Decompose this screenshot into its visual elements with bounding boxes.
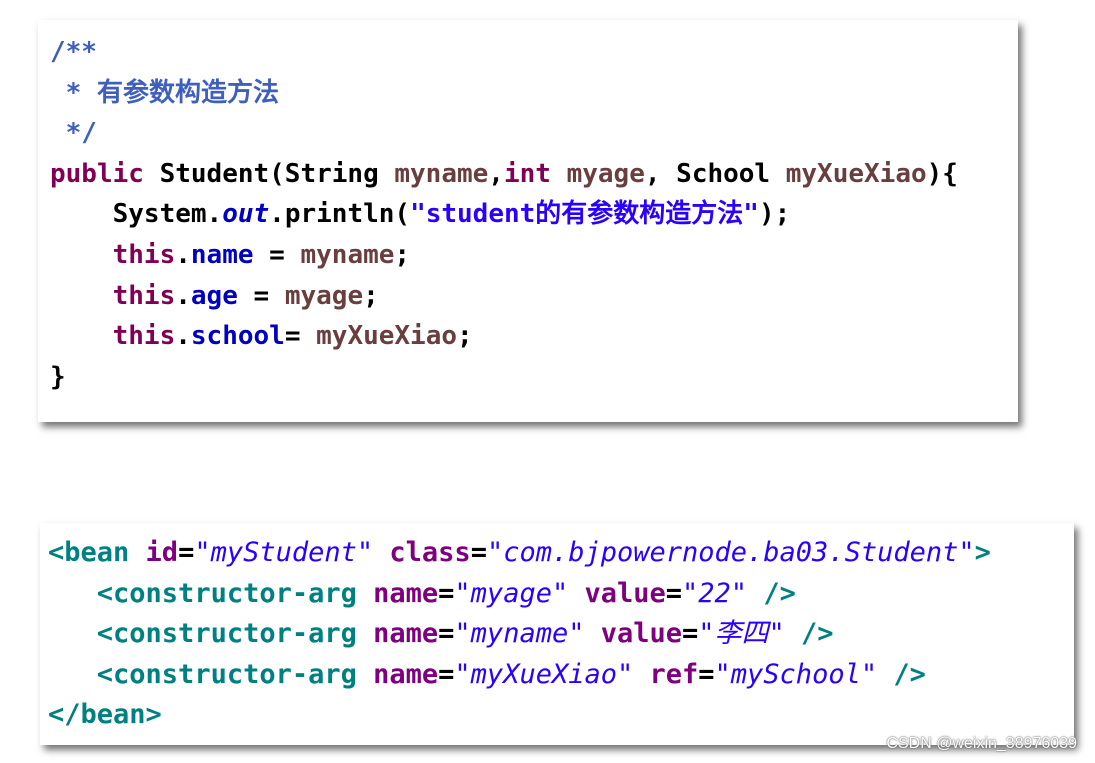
code-line: <constructor-arg name="myage" value="22"… <box>48 574 991 615</box>
code-text: Student(String <box>143 158 395 189</box>
comment-text: /** <box>50 37 97 67</box>
code-text: ){ <box>926 158 958 189</box>
code-text: ; <box>363 280 379 311</box>
xml-attr-name: class <box>373 537 471 568</box>
static-field: out <box>222 199 270 230</box>
xml-attr-value: "myage" <box>454 577 569 609</box>
xml-equals: = <box>438 577 455 609</box>
java-code-block: /** * 有参数构造方法 */ public Student(String my… <box>50 32 958 397</box>
code-text: ; <box>457 321 473 352</box>
parameter: myage <box>566 158 645 189</box>
xml-code-block: <bean id="myStudent" class="com.bjpowern… <box>48 533 991 736</box>
keyword: this <box>112 280 176 311</box>
code-text: ); <box>758 199 791 230</box>
code-line: </bean> <box>48 695 991 736</box>
code-line: this.name = myname; <box>50 235 958 276</box>
string-literal: "student的有参数构造方法" <box>410 199 759 230</box>
java-code-panel: /** * 有参数构造方法 */ public Student(String my… <box>38 20 1018 422</box>
code-text: } <box>50 361 66 392</box>
code-line: * 有参数构造方法 <box>50 73 958 114</box>
keyword: this <box>112 239 176 270</box>
xml-code-panel: <bean id="myStudent" class="com.bjpowern… <box>40 523 1074 745</box>
xml-tag: > <box>974 537 991 568</box>
xml-equals: = <box>178 537 195 568</box>
code-text: . <box>175 321 191 352</box>
xml-attr-name: name <box>356 577 439 609</box>
comment-text: * 有参数构造方法 <box>50 77 279 108</box>
parameter: myname <box>394 158 489 189</box>
xml-attr-value: "李四" <box>698 618 785 649</box>
code-text: . <box>175 239 191 270</box>
code-line: System.out.println("student的有参数构造方法"); <box>50 194 958 235</box>
code-text: System. <box>112 199 223 230</box>
code-text: . <box>175 280 191 311</box>
code-line: <bean id="myStudent" class="com.bjpowern… <box>48 533 991 574</box>
xml-attr-name: value <box>568 577 666 609</box>
comment-text: */ <box>50 118 97 149</box>
code-text: = <box>253 239 301 270</box>
xml-attr-value: "myname" <box>454 618 585 649</box>
xml-tag: <constructor-arg <box>96 658 357 690</box>
code-line: } <box>50 357 958 398</box>
field: name <box>190 239 254 270</box>
code-text: ; <box>394 239 411 270</box>
xml-attr-value: "myXueXiao" <box>454 658 634 690</box>
code-text: = <box>237 280 285 311</box>
xml-tag: /> <box>747 577 796 609</box>
xml-attr-name: name <box>356 658 439 690</box>
code-line: */ <box>50 113 958 154</box>
xml-equals: = <box>438 618 455 649</box>
parameter: myXueXiao <box>316 321 458 352</box>
code-text: = <box>284 321 317 352</box>
xml-attr-value: "22" <box>682 577 748 609</box>
keyword: this <box>112 321 176 352</box>
xml-equals: = <box>682 618 699 649</box>
code-line: public Student(String myname,int myage, … <box>50 154 958 195</box>
parameter: myname <box>300 239 395 270</box>
xml-tag: <constructor-arg <box>96 618 357 649</box>
code-line: <constructor-arg name="myXueXiao" ref="m… <box>48 655 991 696</box>
parameter: myage <box>284 280 364 311</box>
code-line: this.school= myXueXiao; <box>50 316 958 357</box>
code-line: this.age = myage; <box>50 276 958 317</box>
xml-attr-name: value <box>584 618 683 649</box>
code-text: , <box>488 158 504 189</box>
xml-attr-value: "mySchool" <box>714 658 878 690</box>
field: school <box>190 321 285 352</box>
keyword: public <box>50 158 144 189</box>
xml-equals: = <box>470 537 487 568</box>
xml-attr-value: "myStudent" <box>194 537 374 568</box>
parameter: myXueXiao <box>785 158 927 189</box>
code-line: <constructor-arg name="myname" value="李四… <box>48 614 991 655</box>
watermark: CSDN @weixin_38976039 <box>886 735 1077 752</box>
xml-attr-name: name <box>356 618 439 649</box>
xml-equals: = <box>665 577 683 609</box>
code-text: .println( <box>269 199 411 230</box>
xml-attr-value: "com.bjpowernode.ba03.Student" <box>486 537 975 568</box>
xml-tag: /> <box>877 658 926 690</box>
field: age <box>190 280 238 311</box>
xml-tag: <bean <box>48 537 130 568</box>
xml-equals: = <box>438 658 455 690</box>
keyword: int <box>503 158 551 189</box>
code-line: /** <box>50 32 958 73</box>
xml-equals: = <box>698 658 715 690</box>
code-text: , School <box>644 158 786 189</box>
xml-tag: </bean> <box>48 699 162 730</box>
xml-attr-name: id <box>129 537 179 568</box>
xml-attr-name: ref <box>633 658 699 690</box>
xml-tag: /> <box>784 618 834 649</box>
xml-tag: <constructor-arg <box>96 577 357 609</box>
